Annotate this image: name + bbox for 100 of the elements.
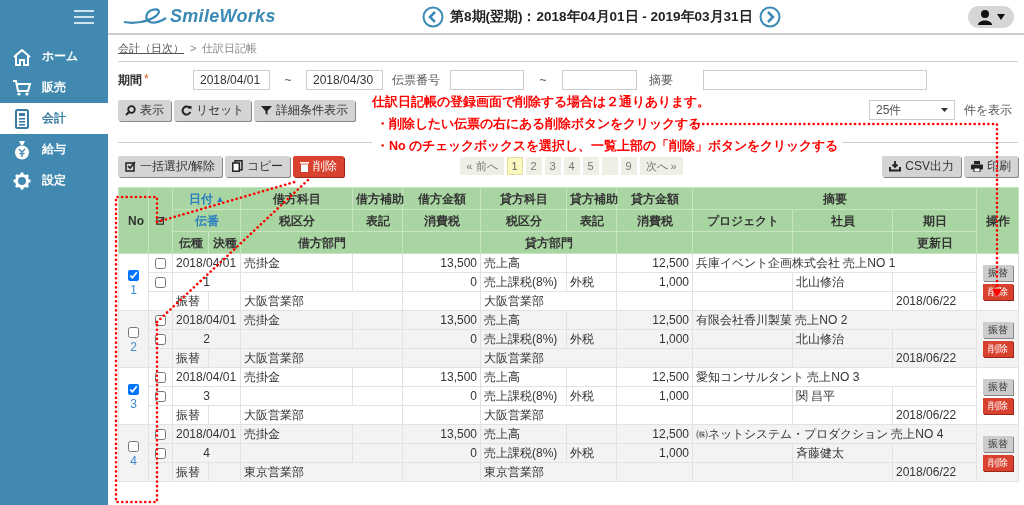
copy-icon xyxy=(232,160,244,172)
line-checkbox[interactable] xyxy=(155,448,166,460)
toolbar-button[interactable]: 一括選択/解除 xyxy=(118,155,223,177)
line-checkbox[interactable] xyxy=(155,391,166,403)
column-header: 借方金額 xyxy=(402,187,481,210)
transfer-button[interactable]: 振替 xyxy=(982,435,1013,452)
table-cell: 大阪営業部 xyxy=(240,291,403,311)
row-checkbox[interactable] xyxy=(128,440,139,452)
user-icon xyxy=(977,8,993,25)
table-cell: 北山修治 xyxy=(792,272,893,292)
delete-button[interactable]: 削除 xyxy=(982,454,1013,471)
gear-icon xyxy=(13,171,31,190)
line-checkbox[interactable] xyxy=(155,315,166,327)
breadcrumb-link[interactable]: 会計（日次） xyxy=(118,40,184,56)
line-checkbox[interactable] xyxy=(155,334,166,346)
breadcrumb-current: 仕訳日記帳 xyxy=(202,40,258,56)
delete-button[interactable]: 削除 xyxy=(982,283,1013,300)
checkbox-icon xyxy=(156,215,165,225)
toolbar-button[interactable]: 詳細条件表示 xyxy=(254,99,355,121)
sidebar-item[interactable]: 給与 xyxy=(0,134,108,165)
sidebar-item[interactable]: ホーム xyxy=(0,41,108,72)
chevron-left-icon[interactable] xyxy=(422,5,444,28)
swoosh-logo-icon xyxy=(122,6,168,27)
table-cell: 外税 xyxy=(566,386,617,406)
table-cell: 大阪営業部 xyxy=(480,291,617,311)
range-separator: ~ xyxy=(283,73,293,87)
column-header: 摘要 xyxy=(692,187,977,210)
caret-icon xyxy=(997,13,1005,20)
slip-from-field[interactable] xyxy=(450,70,524,90)
caret-icon xyxy=(941,108,948,112)
table-cell: 13,500 xyxy=(402,253,481,273)
table-cell: 外税 xyxy=(566,272,617,292)
page-button[interactable]: 9 xyxy=(620,157,637,175)
table-cell: 12,500 xyxy=(616,253,693,273)
page-nav-button[interactable]: 次へ » xyxy=(639,157,683,175)
toolbar-button[interactable]: リセット xyxy=(174,99,251,121)
delete-button[interactable]: 削除 xyxy=(982,397,1013,414)
sort-indicator[interactable]: ▲ xyxy=(215,194,225,204)
menu-icon xyxy=(74,8,94,25)
chevron-right-icon[interactable] xyxy=(758,5,781,28)
page-size-select[interactable]: 25件 xyxy=(869,100,955,120)
transfer-button[interactable]: 振替 xyxy=(982,321,1013,338)
page-button[interactable]: 3 xyxy=(544,157,561,175)
transfer-button[interactable]: 振替 xyxy=(982,378,1013,395)
delete-button[interactable]: 削除 xyxy=(982,340,1013,357)
table-cell: 大阪営業部 xyxy=(240,405,403,425)
slip-to-field[interactable] xyxy=(562,70,637,90)
period-label: 期間 xyxy=(118,71,142,89)
entry-number-link[interactable]: 4 xyxy=(122,454,145,467)
page-button[interactable]: 1 xyxy=(506,157,523,175)
toolbar-button[interactable]: 表示 xyxy=(118,99,171,121)
page-nav-button[interactable]: « 前へ xyxy=(460,157,504,175)
column-header[interactable]: 日付 ▲ xyxy=(172,187,241,210)
annotation-text: ・No のチェックボックスを選択し、一覧上部の「削除」ボタンをクリックする xyxy=(372,137,843,155)
column-header: 貸方補助 xyxy=(566,187,617,210)
summary-field[interactable] xyxy=(703,70,927,90)
row-checkbox[interactable] xyxy=(128,383,139,395)
delete-button[interactable]: 削除 xyxy=(293,155,345,177)
row-checkbox[interactable] xyxy=(128,269,139,281)
user-menu-button[interactable] xyxy=(968,5,1014,28)
table-cell: 0 xyxy=(402,272,481,292)
table-cell: 関 昌平 xyxy=(792,386,893,406)
table-cell: 0 xyxy=(402,386,481,406)
table-cell: 愛知コンサルタント 売上NO 3 xyxy=(692,367,977,387)
table-cell: 1 xyxy=(172,272,241,292)
column-header: 借方補助 xyxy=(352,187,403,210)
line-checkbox[interactable] xyxy=(155,372,166,384)
sidebar-item[interactable]: 会計 xyxy=(0,103,108,134)
line-checkbox[interactable] xyxy=(155,258,166,270)
breadcrumb-separator: > xyxy=(190,42,197,54)
sidebar-item[interactable]: 販売 xyxy=(0,72,108,103)
row-checkbox[interactable] xyxy=(128,326,139,338)
reload-icon xyxy=(181,104,192,116)
cart-icon xyxy=(12,78,32,97)
entry-number-link[interactable]: 3 xyxy=(122,397,145,410)
line-checkbox[interactable] xyxy=(155,277,166,289)
table-cell: 1,000 xyxy=(616,272,693,292)
home-icon xyxy=(12,47,32,66)
table-cell: 1,000 xyxy=(616,386,693,406)
toolbar-button[interactable]: CSV出力 xyxy=(882,155,961,177)
transfer-button[interactable]: 振替 xyxy=(982,264,1013,281)
column-header: 貸方科目 xyxy=(480,187,567,210)
line-checkbox[interactable] xyxy=(155,429,166,441)
trash-icon xyxy=(300,160,310,172)
summary-label: 摘要 xyxy=(649,71,673,89)
toolbar-button[interactable]: コピー xyxy=(225,155,291,177)
page-button[interactable]: 2 xyxy=(525,157,542,175)
column-header: 操作 xyxy=(976,187,1019,254)
sidebar-item[interactable]: 設定 xyxy=(0,165,108,196)
date-from-field[interactable]: 2018/04/01 xyxy=(193,70,270,90)
entry-number-link[interactable]: 1 xyxy=(122,283,145,296)
column-header: 貸方部門 xyxy=(480,231,617,254)
date-to-field[interactable]: 2018/04/30 xyxy=(306,70,383,90)
column-header: No xyxy=(118,187,149,254)
entry-number-link[interactable]: 2 xyxy=(122,340,145,353)
column-header: 貸方金額 xyxy=(616,187,693,210)
table-cell: 振替 xyxy=(172,291,209,311)
page-button[interactable]: 5 xyxy=(582,157,599,175)
page-button[interactable]: 4 xyxy=(563,157,580,175)
slip-number-label: 伝票番号 xyxy=(392,71,440,89)
